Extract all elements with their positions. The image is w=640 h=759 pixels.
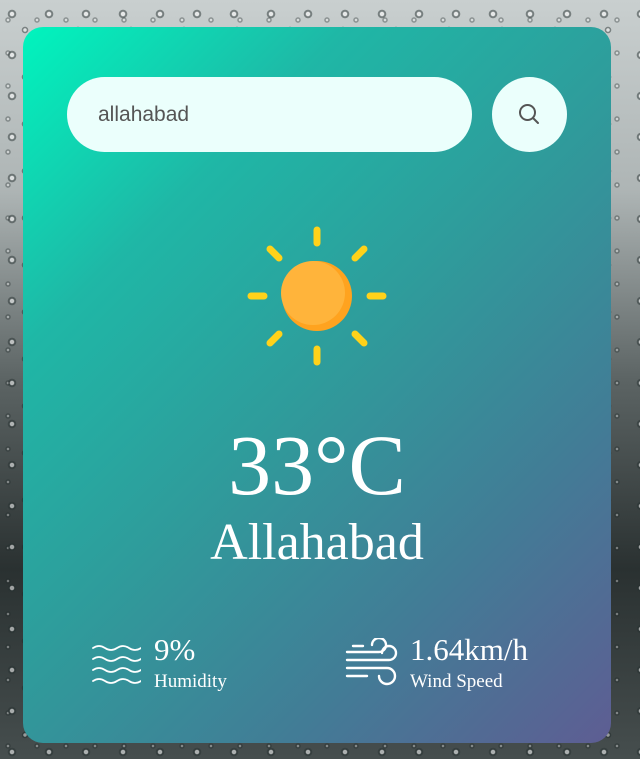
temperature: 33°C bbox=[228, 417, 406, 513]
search-icon bbox=[519, 104, 539, 124]
weather-card: 33°C Allahabad 9% Humidity 1.64km/h Wind… bbox=[23, 27, 611, 743]
humidity-value: 9% bbox=[154, 632, 196, 667]
humidity-waves-icon bbox=[92, 645, 141, 684]
sun-icon bbox=[247, 226, 387, 371]
humidity-label: Humidity bbox=[154, 671, 227, 692]
search-button[interactable] bbox=[492, 77, 567, 152]
wind-speed-value: 1.64km/h bbox=[410, 632, 528, 667]
city-search-input[interactable] bbox=[67, 77, 472, 152]
wind-speed-label: Wind Speed bbox=[410, 671, 503, 692]
city-name: Allahabad bbox=[210, 514, 424, 571]
wind-icon bbox=[345, 638, 398, 686]
